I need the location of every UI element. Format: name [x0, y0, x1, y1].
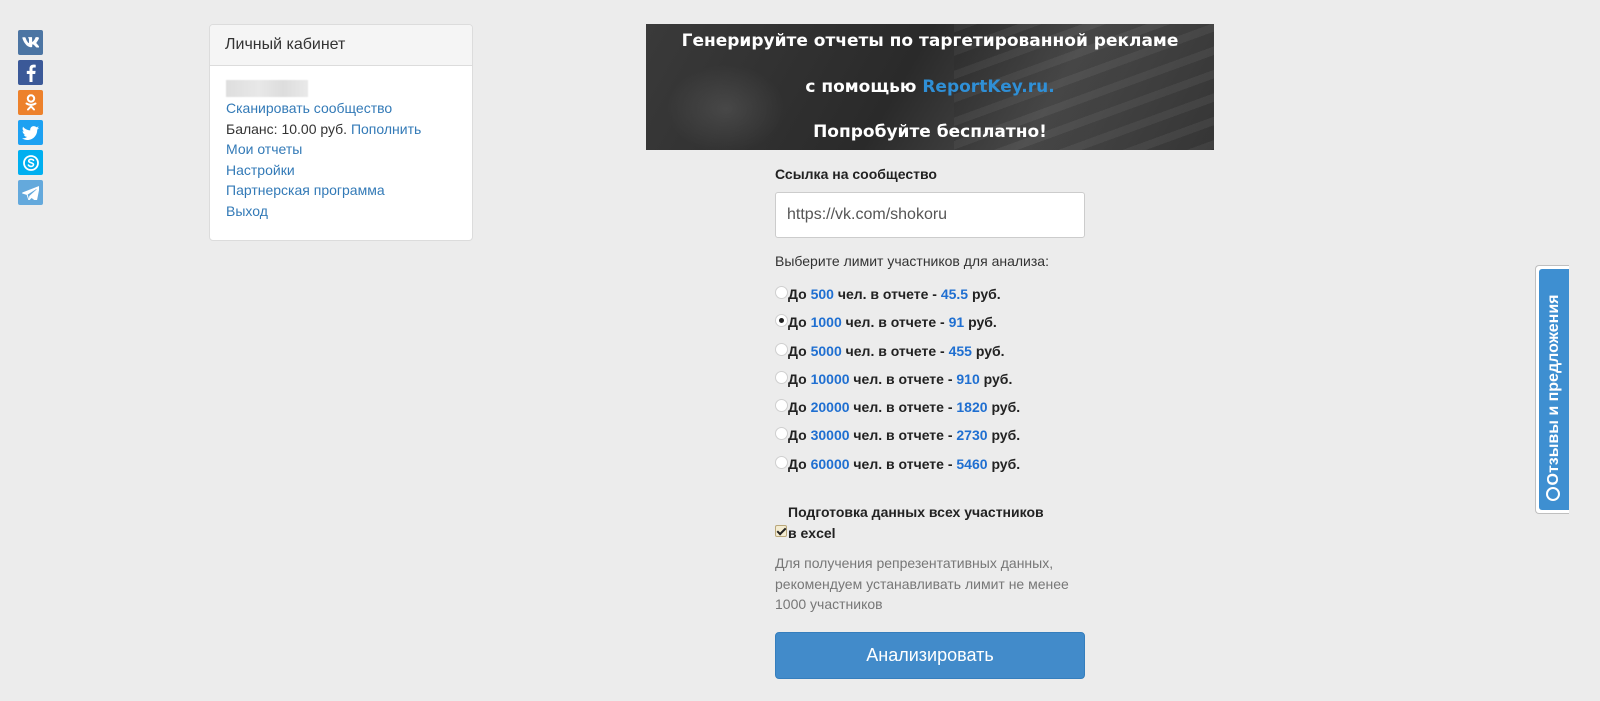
option-middle: чел. в отчете - [853, 455, 953, 472]
banner-line-1: Генерируйте отчеты по таргетированной ре… [681, 31, 1179, 51]
analysis-form: Ссылка на сообщество Выберите лимит учас… [775, 165, 1085, 679]
telegram-icon [22, 185, 39, 200]
skype-icon [22, 154, 40, 172]
option-price: 2730 [956, 427, 988, 444]
option-price: 45.5 [940, 286, 969, 302]
option-suffix: руб. [971, 286, 1001, 302]
scan-community-link[interactable]: Сканировать сообщество [226, 98, 456, 119]
option-middle: чел. в отчете - [853, 370, 953, 387]
option-middle: чел. в отчете - [845, 314, 945, 331]
option-prefix: До [788, 286, 807, 302]
chat-icon [1546, 487, 1560, 501]
excel-option[interactable]: Подготовка данных всех участников в exce… [775, 502, 1085, 544]
banner-line-3: Попробуйте бесплатно! [813, 122, 1047, 142]
community-link-label: Ссылка на сообщество [775, 166, 937, 182]
username-blurred [226, 80, 308, 97]
option-limit: 500 [810, 286, 834, 302]
vk-share-button[interactable] [18, 30, 43, 55]
limit-option[interactable]: До 20000 чел. в отчете - 1820 руб. [775, 398, 1085, 426]
option-middle: чел. в отчете - [837, 286, 937, 302]
option-suffix: руб. [968, 314, 997, 331]
settings-link[interactable]: Настройки [226, 160, 456, 181]
banner-brand: ReportKey.ru. [922, 77, 1055, 97]
feedback-label: Отзывы и предложения [1545, 294, 1562, 485]
cabinet-title: Личный кабинет [210, 25, 472, 66]
limit-option[interactable]: До 5000 чел. в отчете - 455 руб. [775, 342, 1085, 370]
option-price: 1820 [956, 399, 988, 416]
topup-link[interactable]: Пополнить [351, 121, 421, 137]
option-limit: 60000 [810, 455, 850, 472]
option-middle: чел. в отчете - [853, 399, 953, 416]
option-suffix: руб. [991, 455, 1021, 472]
limit-radio[interactable] [775, 286, 788, 299]
option-limit: 5000 [810, 342, 842, 359]
social-share-bar [18, 30, 44, 210]
excel-label-line-2: в excel [788, 525, 836, 542]
option-prefix: До [788, 427, 807, 444]
limit-radio[interactable] [775, 427, 788, 441]
facebook-share-button[interactable] [18, 60, 43, 85]
logout-link[interactable]: Выход [226, 201, 456, 222]
telegram-share-button[interactable] [18, 180, 43, 205]
twitter-share-button[interactable] [18, 120, 43, 145]
limit-title: Выберите лимит участников для анализа: [775, 253, 1049, 269]
limit-option[interactable]: До 60000 чел. в отчете - 5460 руб. [775, 455, 1085, 483]
limit-radio[interactable] [775, 455, 788, 469]
odnoklassniki-icon [25, 93, 37, 112]
option-prefix: До [788, 370, 807, 387]
feedback-tab-inner: Отзывы и предложения [1539, 269, 1569, 510]
banner-line-2-prefix: с помощью [805, 77, 917, 97]
option-suffix: руб. [975, 342, 1005, 359]
option-suffix: руб. [991, 399, 1021, 416]
odnoklassniki-share-button[interactable] [18, 90, 43, 115]
feedback-tab[interactable]: Отзывы и предложения [1535, 265, 1569, 514]
option-prefix: До [788, 399, 807, 416]
option-prefix: До [788, 314, 807, 331]
option-price: 455 [948, 342, 972, 359]
limit-option[interactable]: До 30000 чел. в отчете - 2730 руб. [775, 426, 1085, 454]
option-limit: 30000 [810, 427, 850, 444]
option-suffix: руб. [983, 370, 1013, 387]
my-reports-link[interactable]: Мои отчеты [226, 139, 456, 160]
partner-program-link[interactable]: Партнерская программа [226, 180, 456, 201]
limit-options: До 500 чел. в отчете - 45.5 руб. До 1000 … [775, 285, 1085, 483]
cabinet-panel: Личный кабинет Сканировать сообщество Ба… [209, 24, 473, 241]
limit-radio[interactable] [775, 314, 788, 328]
banner-line-2: с помощью ReportKey.ru. [646, 77, 1214, 97]
option-prefix: До [788, 342, 807, 359]
community-link-input[interactable] [775, 192, 1085, 238]
option-price: 91 [948, 314, 965, 331]
skype-share-button[interactable] [18, 150, 43, 175]
facebook-icon [26, 64, 36, 82]
option-limit: 20000 [810, 399, 850, 416]
excel-checkbox[interactable] [775, 525, 787, 538]
analyze-button[interactable]: Анализировать [775, 631, 1085, 679]
twitter-icon [22, 125, 39, 140]
limit-radio[interactable] [775, 370, 788, 384]
option-price: 5460 [956, 455, 988, 472]
balance-label: Баланс: 10.00 руб. [226, 120, 348, 137]
excel-label-line-1: Подготовка данных всех участников [788, 504, 1044, 521]
option-price: 910 [956, 370, 980, 387]
limit-option[interactable]: До 10000 чел. в отчете - 910 руб. [775, 370, 1085, 398]
option-middle: чел. в отчете - [853, 427, 953, 444]
promo-banner[interactable]: Генерируйте отчеты по таргетированной ре… [646, 24, 1214, 150]
limit-option[interactable]: До 1000 чел. в отчете - 91 руб. [775, 313, 1085, 341]
limit-radio[interactable] [775, 399, 788, 413]
option-suffix: руб. [991, 427, 1021, 444]
limit-hint: Для получения репрезентативных данных, р… [775, 555, 1069, 613]
limit-radio[interactable] [775, 342, 788, 356]
option-limit: 1000 [810, 314, 842, 331]
option-prefix: До [788, 455, 807, 472]
cabinet-body: Сканировать сообщество Баланс: 10.00 руб… [210, 66, 472, 236]
balance-row: Баланс: 10.00 руб. Пополнить [226, 119, 456, 140]
option-middle: чел. в отчете - [845, 342, 945, 359]
vk-icon [22, 37, 39, 48]
option-limit: 10000 [810, 370, 850, 387]
limit-option[interactable]: До 500 чел. в отчете - 45.5 руб. [775, 285, 1085, 313]
